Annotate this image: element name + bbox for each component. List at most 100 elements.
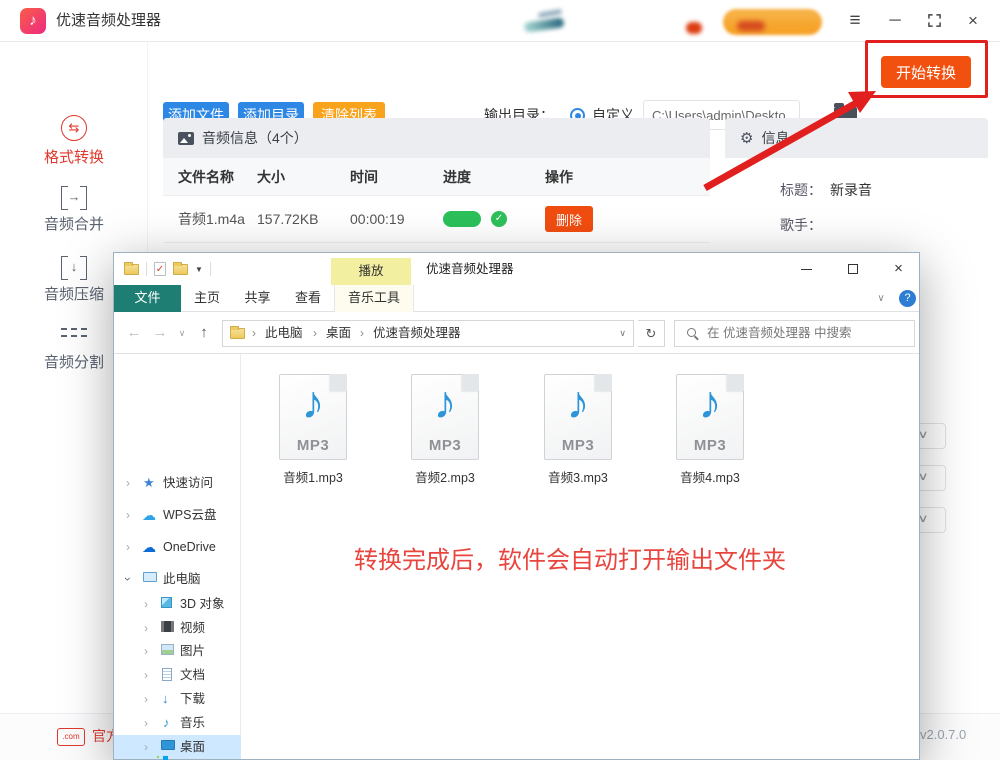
properties-icon[interactable]: ✓	[154, 262, 166, 276]
ribbon-collapse-icon[interactable]: ∨	[870, 285, 892, 312]
music-note-icon: ♪	[301, 376, 325, 428]
breadcrumb-this-pc[interactable]: 此电脑	[265, 321, 303, 346]
tree-item-this-pc[interactable]: › 此电脑	[114, 567, 241, 591]
quick-access-toolbar: ✓ ▼	[124, 261, 211, 276]
tab-view[interactable]: 查看	[282, 285, 334, 312]
mp3-file-icon: ♪ MP3	[544, 374, 612, 460]
breadcrumb-desktop[interactable]: 桌面	[326, 321, 351, 346]
tree-item-documents[interactable]: › 文档	[114, 663, 241, 687]
tab-file[interactable]: 文件	[114, 285, 181, 312]
mp3-file-icon: ♪ MP3	[279, 374, 347, 460]
info-panel-title: 信息	[761, 130, 790, 146]
desktop-icon	[161, 740, 175, 750]
media-icon	[178, 131, 194, 145]
breadcrumb-app-folder[interactable]: 优速音频处理器	[373, 321, 461, 346]
compress-icon: ↓	[61, 256, 87, 280]
tree-item-quick-access[interactable]: › ★ 快速访问	[114, 471, 241, 495]
forward-icon[interactable]: →	[150, 312, 170, 354]
app-logo-icon: ♪	[20, 8, 46, 34]
mp3-file-icon: ♪ MP3	[676, 374, 744, 460]
address-dropdown-icon[interactable]: ∨	[619, 321, 626, 346]
progress-bar	[443, 211, 481, 227]
tree-item-downloads[interactable]: › ↓ 下载	[114, 687, 241, 711]
menu-icon[interactable]: ≡	[842, 0, 868, 42]
folder-icon	[230, 326, 245, 339]
tree-item-desktop[interactable]: › 桌面	[114, 735, 241, 759]
file-audio1[interactable]: ♪ MP3 音频1.mp3	[258, 374, 368, 486]
picture-icon	[161, 644, 174, 655]
search-icon	[687, 328, 696, 337]
cube-icon	[161, 597, 172, 608]
blurred-badge-icon	[686, 22, 702, 34]
tree-item-onedrive[interactable]: › ☁ OneDrive	[114, 535, 241, 559]
file-audio4[interactable]: ♪ MP3 音频4.mp3	[655, 374, 765, 486]
tree-item-pictures[interactable]: › 图片	[114, 639, 241, 663]
files-panel-header: 音频信息（4个）	[163, 118, 710, 158]
music-note-icon: ♪	[163, 715, 170, 730]
artist-field-label: 歌手：	[780, 216, 822, 233]
minimize-button[interactable]: ─	[882, 0, 908, 42]
app-titlebar: ♪ 优速音频处理器 ≡ ─ ×	[0, 0, 1000, 42]
play-contextual-tab[interactable]: 播放	[331, 258, 411, 285]
tree-item-music[interactable]: › ♪ 音乐	[114, 711, 241, 735]
ribbon-tabs: 文件 主页 共享 查看 音乐工具 ∨ ?	[114, 285, 919, 312]
new-folder-icon[interactable]	[173, 261, 188, 275]
cloud-icon: ☁	[142, 507, 156, 523]
mp3-file-icon: ♪ MP3	[411, 374, 479, 460]
delete-button[interactable]: 删除	[545, 206, 593, 232]
done-check-icon: ✓	[491, 211, 507, 227]
tree-item-videos[interactable]: › 视频	[114, 616, 241, 640]
tree-item-3d-objects[interactable]: › 3D 对象	[114, 592, 241, 616]
file-name: 音频3.mp3	[548, 471, 608, 485]
explorer-title: 优速音频处理器	[426, 262, 514, 276]
title-field-value: 新录音	[830, 181, 872, 198]
col-filename: 文件名称	[178, 168, 234, 185]
search-box[interactable]: 在 优速音频处理器 中搜索	[674, 320, 915, 347]
convert-icon: ⇆	[61, 115, 87, 141]
explorer-titlebar: ✓ ▼ 播放 优速音频处理器 ×	[114, 253, 919, 285]
address-bar[interactable]: › 此电脑 › 桌面 › 优速音频处理器 ∨	[222, 320, 634, 347]
maximize-button[interactable]	[921, 0, 947, 42]
folder-icon[interactable]	[124, 261, 139, 275]
sidebar-item-audio-merge[interactable]: → 音频合并	[0, 186, 148, 234]
document-icon	[162, 668, 172, 681]
qat-dropdown-icon[interactable]: ▼	[195, 265, 203, 274]
file-explorer-window: ✓ ▼ 播放 优速音频处理器 × 文件 主页 共享 查看 音乐工具 ∨ ? ← …	[113, 252, 920, 760]
explorer-maximize-button[interactable]	[830, 253, 875, 285]
maximize-icon	[927, 14, 941, 27]
explorer-minimize-button[interactable]	[784, 253, 829, 285]
up-icon[interactable]: ↑	[194, 312, 214, 354]
close-button[interactable]: ×	[960, 0, 986, 42]
tab-home[interactable]: 主页	[181, 285, 233, 312]
music-note-icon: ♪	[698, 376, 722, 428]
file-audio3[interactable]: ♪ MP3 音频3.mp3	[523, 374, 633, 486]
files-panel-title: 音频信息（4个）	[202, 130, 308, 146]
back-icon[interactable]: ←	[124, 312, 144, 354]
refresh-icon[interactable]: ↻	[638, 320, 665, 347]
blurred-logo-icon	[537, 8, 563, 19]
cell-filename: 音频1.m4a	[178, 211, 245, 227]
col-progress: 进度	[443, 168, 471, 185]
tab-music-tools[interactable]: 音乐工具	[334, 285, 414, 312]
annotation-text: 转换完成后，软件会自动打开输出文件夹	[354, 547, 786, 574]
help-icon[interactable]: ?	[899, 290, 916, 307]
search-placeholder: 在 优速音频处理器 中搜索	[707, 326, 852, 340]
audio-files-panel: 音频信息（4个） 文件名称 大小 时间 进度 操作 音频1.m4a 157.72…	[163, 118, 710, 243]
blurred-vip-button[interactable]	[723, 9, 822, 35]
file-name: 音频1.mp3	[283, 471, 343, 485]
version-label: v2.0.7.0	[920, 727, 967, 742]
screen: ♪ 优速音频处理器 ≡ ─ × ⇆ 格式转换 → 音频合并 ↓ 音频压缩 音频分…	[0, 0, 1000, 760]
history-dropdown-icon[interactable]: ∨	[174, 312, 190, 354]
title-field-label: 标题：	[780, 181, 822, 198]
sidebar-item-format-convert[interactable]: ⇆ 格式转换	[0, 115, 148, 167]
file-audio2[interactable]: ♪ MP3 音频2.mp3	[390, 374, 500, 486]
explorer-close-button[interactable]: ×	[876, 253, 921, 285]
tab-share[interactable]: 共享	[233, 285, 282, 312]
download-icon: ↓	[162, 691, 169, 706]
tree-item-wps-cloud[interactable]: › ☁ WPS云盘	[114, 503, 241, 527]
cloud-icon: ☁	[142, 539, 156, 555]
cell-time: 00:00:19	[350, 211, 405, 227]
file-name: 音频2.mp3	[415, 471, 475, 485]
explorer-sidebar: › ★ 快速访问 › ☁ WPS云盘 › ☁ OneDrive › 此电脑 › 3D 对象 › 视…	[114, 354, 241, 759]
start-convert-button[interactable]: 开始转换	[881, 56, 971, 88]
